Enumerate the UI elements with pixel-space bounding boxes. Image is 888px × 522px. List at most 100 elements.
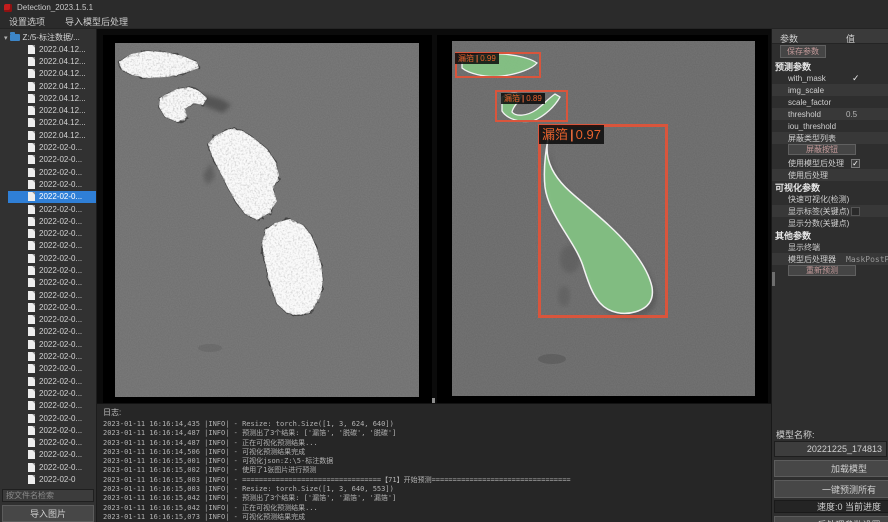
- tree-item[interactable]: 2022-02-0...: [0, 166, 96, 178]
- param-label: 预测参数: [772, 60, 811, 73]
- param-label: 快速可视化(检测): [772, 194, 849, 205]
- tree-item[interactable]: 2022-02-0...: [0, 449, 96, 461]
- param-row: 快速可视化(检测): [772, 193, 888, 205]
- tree-item[interactable]: 2022-02-0...: [0, 387, 96, 399]
- param-group: 预测参数: [772, 60, 888, 72]
- menu-item-import-postprocess[interactable]: 导入模型后处理: [65, 15, 128, 28]
- checkmark-icon: ✓: [852, 73, 860, 84]
- file-icon: [28, 463, 35, 472]
- tree-item[interactable]: 2022.04.12...: [0, 68, 96, 80]
- tree-item-label: 2022-02-0...: [39, 414, 82, 423]
- tree-item[interactable]: 2022-02-0...: [0, 326, 96, 338]
- tree-item[interactable]: 2022.04.12...: [0, 43, 96, 55]
- tree-item[interactable]: 2022-02-0...: [0, 424, 96, 436]
- params-scrollbar[interactable]: [772, 272, 775, 286]
- tree-item-label: 2022-02-0...: [39, 254, 82, 263]
- tree-item[interactable]: 2022-02-0...: [0, 178, 96, 190]
- params-panel: 参数 值 保存参数 预测参数with_mask✓img_scalescale_f…: [771, 29, 888, 522]
- menu-item-settings[interactable]: 设置选项: [9, 15, 45, 28]
- file-icon: [28, 475, 35, 484]
- tree-item[interactable]: 2022-02-0...: [0, 400, 96, 412]
- tree-expand-icon[interactable]: ▾: [4, 34, 8, 42]
- tree-item[interactable]: 2022-02-0: [0, 473, 96, 485]
- tree-item-label: 2022-02-0...: [39, 241, 82, 250]
- log-line: 2023-01-11 16:16:14,487 |INFO| - 预测出了3个结…: [103, 429, 771, 438]
- tree-item[interactable]: 2022-02-0...: [0, 227, 96, 239]
- file-icon: [28, 155, 35, 164]
- tree-item[interactable]: 2022-02-0...: [0, 264, 96, 276]
- tree-item[interactable]: 2022-02-0...: [0, 301, 96, 313]
- tree-item-label: 2022-02-0...: [39, 327, 82, 336]
- param-row: 屏蔽类型列表: [772, 132, 888, 144]
- file-icon: [28, 315, 35, 324]
- save-params-button[interactable]: 保存参数: [780, 45, 826, 58]
- file-tree-panel: ▾ Z:/5-标注数据/... 2022.04.12...2022.04.12.…: [0, 29, 97, 522]
- param-label: 显示终端: [772, 242, 820, 253]
- load-model-button[interactable]: 加载模型: [774, 460, 888, 477]
- tree-items: 2022.04.12...2022.04.12...2022.04.12...2…: [0, 43, 96, 486]
- log-panel: 日志: 2023-01-11 16:16:14,435 |INFO| - Res…: [97, 403, 771, 522]
- param-row: 使用后处理: [772, 169, 888, 181]
- file-icon: [28, 82, 35, 91]
- right-image[interactable]: [452, 41, 755, 396]
- tree-item[interactable]: 2022-02-0...: [0, 240, 96, 252]
- tree-item[interactable]: 2022-02-0...: [0, 375, 96, 387]
- param-label: 显示标签(关键点): [772, 206, 849, 217]
- title-bar: Detection_2023.1.5.1: [0, 0, 888, 15]
- tree-item-label: 2022-02-0...: [39, 377, 82, 386]
- tree-item[interactable]: 2022-02-0...: [0, 203, 96, 215]
- file-icon: [28, 131, 35, 140]
- tree-item[interactable]: 2022-02-0...: [0, 277, 96, 289]
- predict-all-button[interactable]: 一键预测所有: [774, 480, 888, 498]
- import-images-button[interactable]: 导入图片: [2, 505, 94, 522]
- tree-item[interactable]: 2022-02-0...: [0, 215, 96, 227]
- param-action-button[interactable]: 重新预测: [788, 265, 856, 276]
- tree-item[interactable]: 2022.04.12...: [0, 129, 96, 141]
- tree-item[interactable]: 2022-02-0...: [0, 363, 96, 375]
- param-label: 使用后处理: [772, 170, 828, 181]
- tree-item[interactable]: 2022-02-0...: [0, 141, 96, 153]
- file-icon: [28, 57, 35, 66]
- param-action-button[interactable]: 屏蔽按钮: [788, 144, 856, 155]
- file-icon: [28, 414, 35, 423]
- tree-item-label: 2022.04.12...: [39, 57, 86, 66]
- left-image[interactable]: [115, 43, 419, 397]
- tree-item[interactable]: 2022-02-0...: [0, 437, 96, 449]
- progress-status: 速度:0 当前进度: [774, 500, 888, 513]
- params-header: 参数 值: [772, 29, 888, 44]
- search-input[interactable]: [2, 489, 94, 502]
- tree-item[interactable]: 2022-02-0...: [0, 461, 96, 473]
- postprocess-settings-button[interactable]: 后处理参数设置: [774, 516, 888, 522]
- file-icon: [28, 168, 35, 177]
- tree-item[interactable]: 2022.04.12...: [0, 55, 96, 67]
- tree-item-label: 2022.04.12...: [39, 106, 86, 115]
- tree-item[interactable]: 2022.04.12...: [0, 80, 96, 92]
- file-icon: [28, 327, 35, 336]
- app-icon: [4, 4, 12, 12]
- tree-item-label: 2022-02-0...: [39, 426, 82, 435]
- model-name-field[interactable]: 20221225_174813: [774, 441, 887, 457]
- tree-item[interactable]: 2022.04.12...: [0, 92, 96, 104]
- file-icon: [28, 401, 35, 410]
- tree-item-label: 2022-02-0...: [39, 229, 82, 238]
- tree-root-label: Z:/5-标注数据/...: [23, 32, 80, 43]
- folder-icon: [10, 34, 20, 41]
- tree-item[interactable]: 2022-02-0...: [0, 338, 96, 350]
- param-row: 显示终端: [772, 241, 888, 253]
- tree-item[interactable]: 2022.04.12...: [0, 104, 96, 116]
- file-icon: [28, 426, 35, 435]
- tree-item[interactable]: 2022-02-0...: [0, 154, 96, 166]
- tree-item[interactable]: 2022-02-0...: [0, 412, 96, 424]
- tree-item[interactable]: 2022-02-0...: [0, 191, 96, 203]
- right-image-panel: [437, 35, 768, 405]
- checkbox-checked[interactable]: ✓: [851, 159, 860, 168]
- checkbox-unchecked[interactable]: [851, 207, 860, 216]
- tree-item[interactable]: 2022-02-0...: [0, 314, 96, 326]
- tree-item[interactable]: 2022-02-0...: [0, 252, 96, 264]
- param-label: iou_threshold: [772, 122, 836, 131]
- tree-item[interactable]: 2022.04.12...: [0, 117, 96, 129]
- tree-item-label: 2022-02-0...: [39, 340, 82, 349]
- tree-item[interactable]: 2022-02-0...: [0, 289, 96, 301]
- tree-item[interactable]: 2022-02-0...: [0, 350, 96, 362]
- tree-item-label: 2022-02-0...: [39, 266, 82, 275]
